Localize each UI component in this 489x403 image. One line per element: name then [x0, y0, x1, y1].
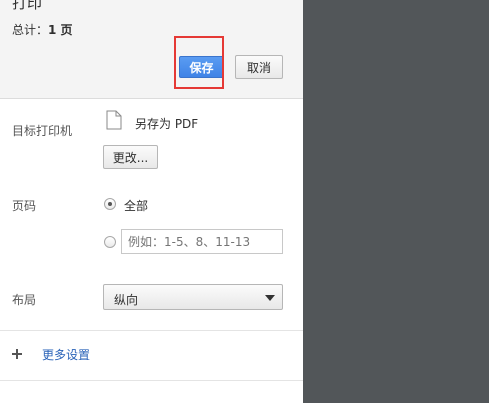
file-icon — [106, 110, 122, 130]
pages-label: 页码 — [12, 199, 37, 213]
change-destination-button[interactable]: 更改... — [103, 145, 158, 169]
print-settings-panel: 打印 总计：1 页 保存 取消 目标打印机 另存为 PDF 更改... 页码 全… — [0, 0, 303, 403]
total-prefix: 总计： — [12, 23, 49, 37]
destination-label: 目标打印机 — [12, 124, 73, 138]
highlight-box — [174, 36, 224, 89]
layout-select[interactable]: 纵向 — [103, 284, 283, 310]
layout-label: 布局 — [12, 293, 37, 307]
page-title: 打印 — [12, 0, 43, 12]
total-count: 1 页 — [48, 23, 73, 37]
destination-name: 另存为 PDF — [135, 117, 199, 131]
print-preview-area — [303, 0, 489, 403]
chevron-down-icon — [265, 295, 275, 301]
cancel-button[interactable]: 取消 — [235, 55, 283, 79]
plus-icon — [12, 349, 22, 359]
more-settings-link[interactable]: 更多设置 — [12, 344, 90, 364]
pages-all-label: 全部 — [124, 199, 149, 213]
divider — [0, 330, 303, 331]
page-total: 总计：1 页 — [12, 21, 73, 38]
print-header: 打印 总计：1 页 保存 取消 — [0, 0, 303, 99]
pages-custom-radio[interactable] — [104, 236, 116, 248]
pages-all-radio[interactable] — [104, 198, 116, 210]
layout-select-value: 纵向 — [114, 293, 139, 307]
pages-custom-input[interactable] — [121, 229, 283, 254]
divider — [0, 380, 303, 381]
more-settings-label: 更多设置 — [42, 347, 91, 362]
